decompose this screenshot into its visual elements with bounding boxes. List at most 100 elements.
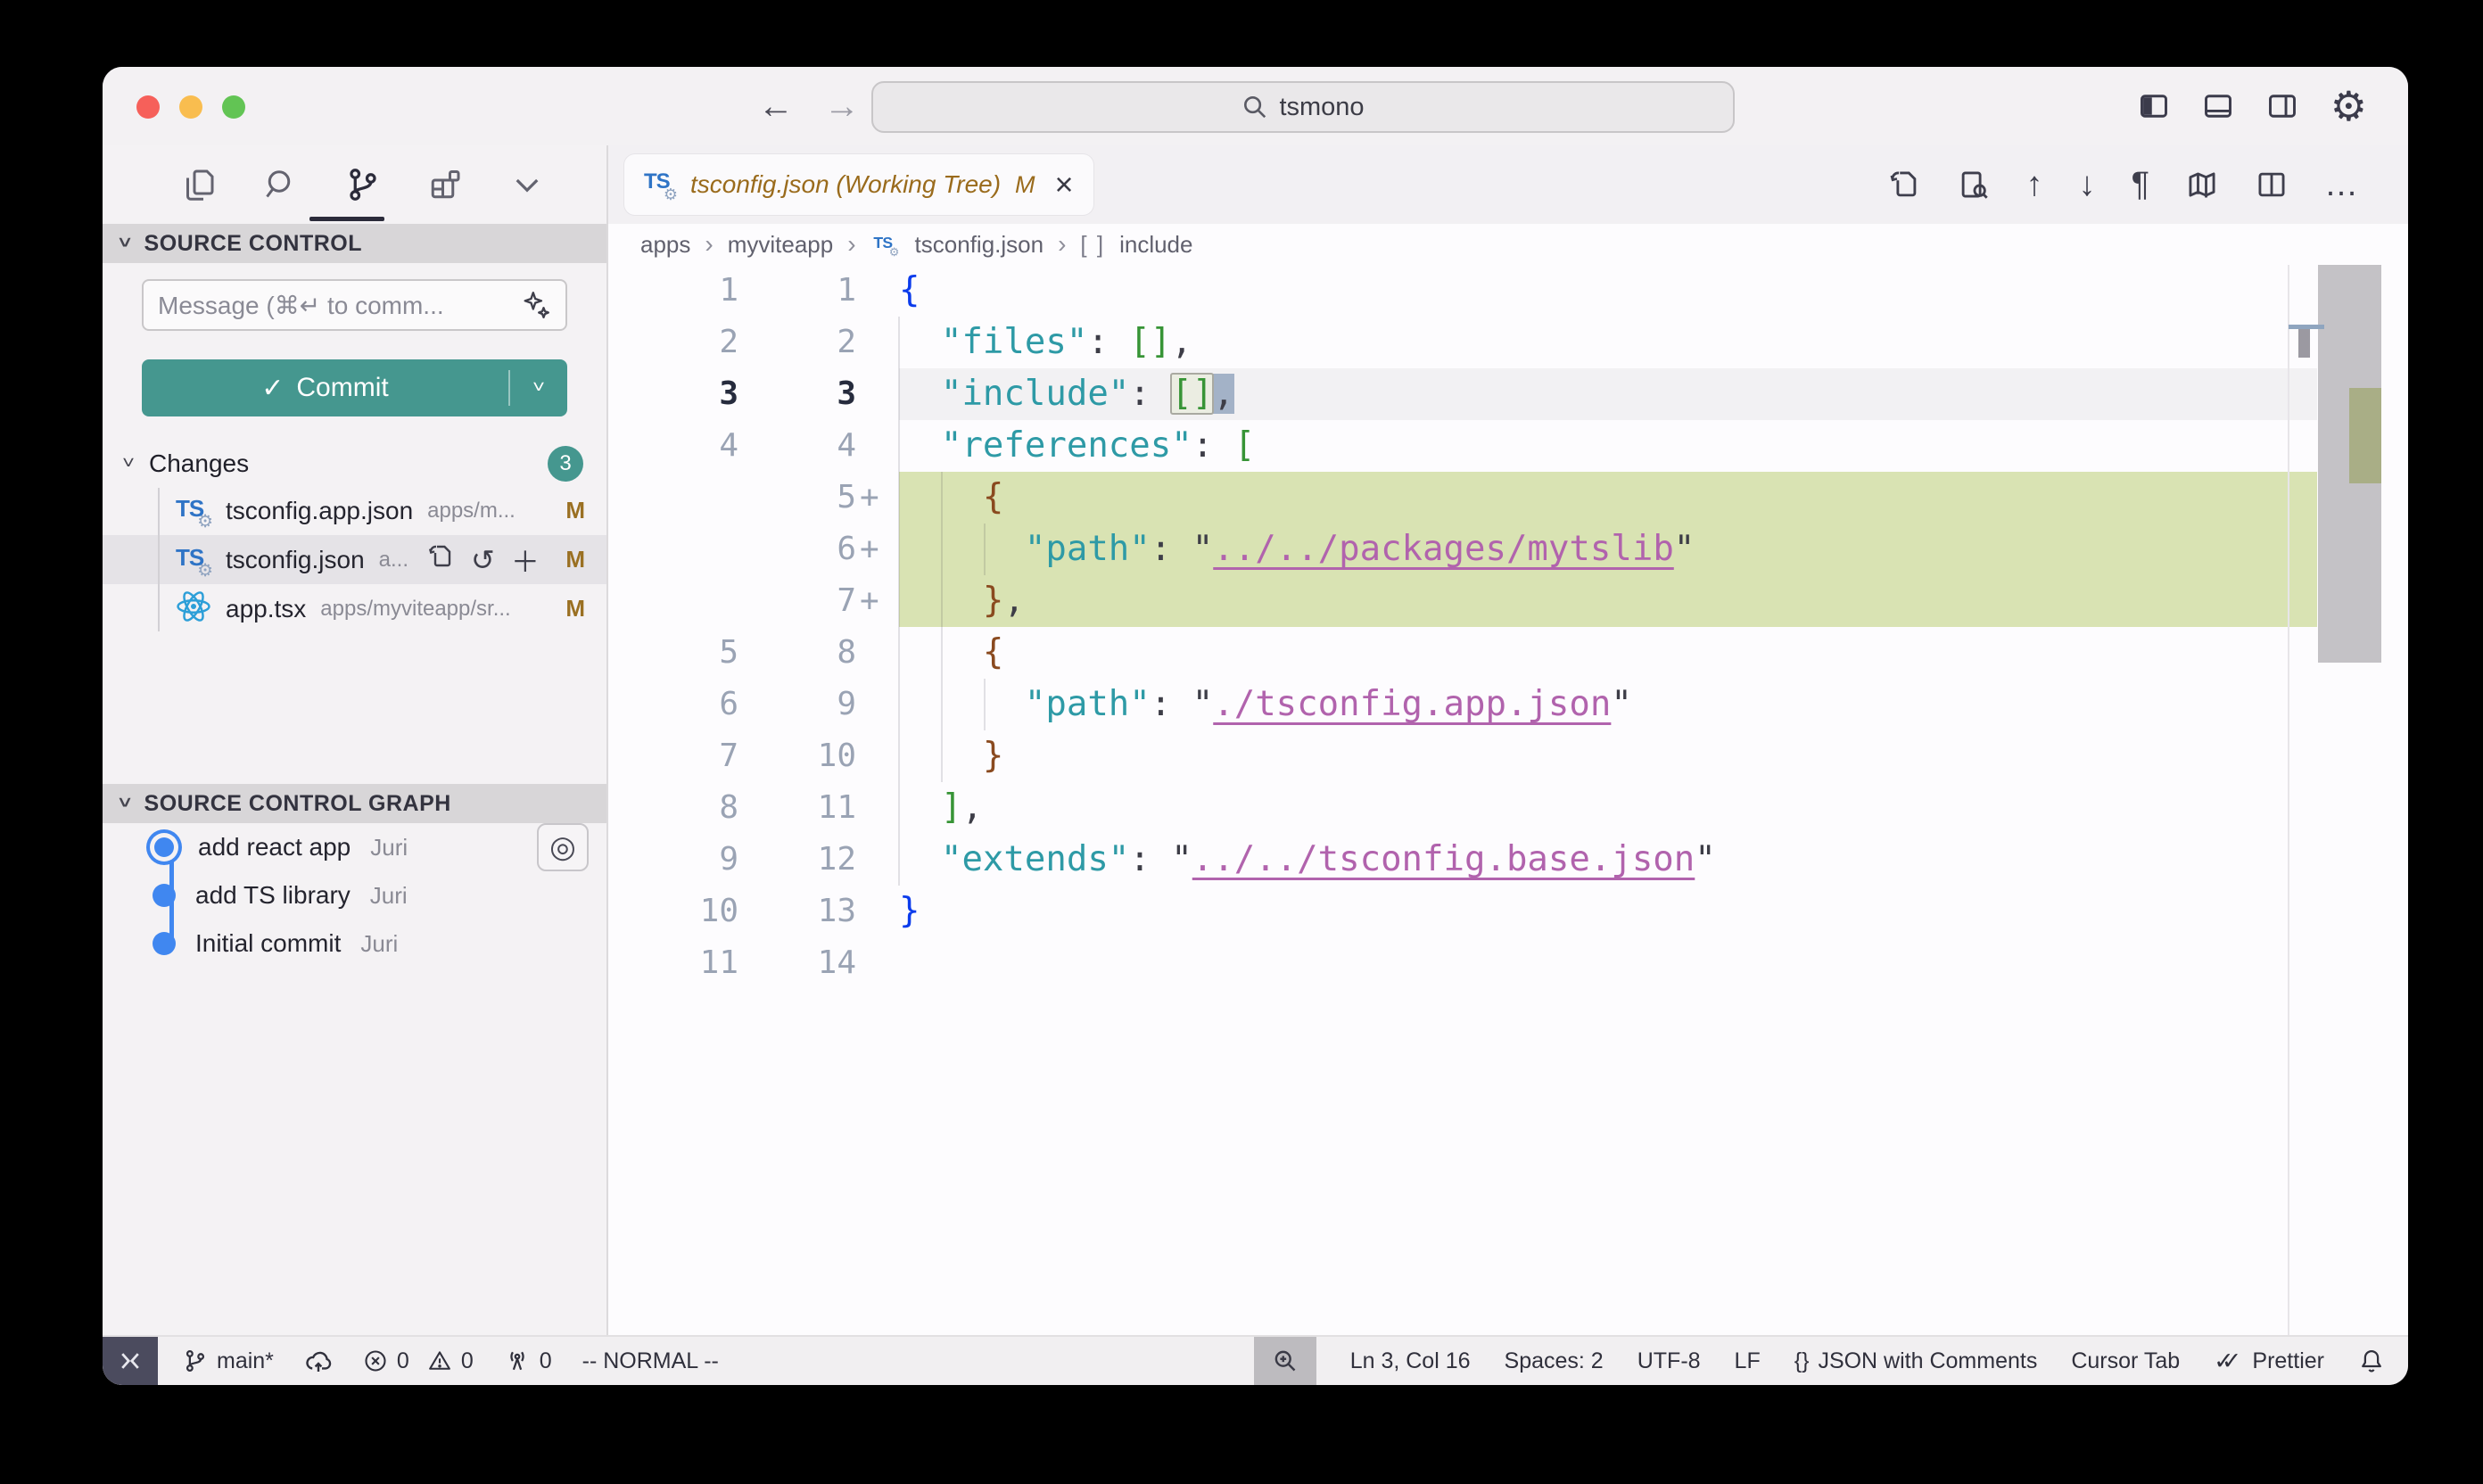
commit-row-0[interactable]: add react appJuri◎ — [103, 823, 606, 871]
file-row-tsconfig.app.json[interactable]: TS⚙tsconfig.app.jsonapps/m...M — [103, 486, 606, 535]
tsconfig-file-icon: TS⚙ — [176, 542, 211, 578]
added-line-marker — [856, 834, 899, 886]
minimize-window-button[interactable] — [179, 95, 202, 119]
open-file-icon[interactable] — [426, 542, 455, 578]
commit-row-1[interactable]: add TS libraryJuri — [103, 871, 606, 919]
chevron-right-icon: › — [705, 230, 713, 259]
warning-count: 0 — [461, 1348, 474, 1374]
code-line-1[interactable]: 11{ — [608, 265, 2408, 317]
original-line-number: 11 — [608, 937, 738, 989]
settings-gear-icon[interactable]: ⚙ — [2330, 86, 2367, 127]
breadcrumb-include[interactable]: include — [1119, 231, 1192, 259]
code-line-13[interactable]: 1013} — [608, 886, 2408, 937]
more-actions-icon[interactable]: … — [2324, 168, 2358, 202]
split-editor-icon[interactable] — [2255, 168, 2289, 202]
branch-status[interactable]: main* — [183, 1348, 274, 1374]
commit-row-2[interactable]: Initial commitJuri — [103, 919, 606, 968]
modified-line-number: 8 — [738, 627, 856, 679]
code-line-5[interactable]: 5+ { — [608, 472, 2408, 524]
chevron-right-icon: › — [847, 230, 855, 259]
code-line-9[interactable]: 69 "path": "./tsconfig.app.json" — [608, 679, 2408, 730]
source-control-icon[interactable] — [345, 167, 381, 202]
problems-status[interactable]: 0 0 — [363, 1348, 474, 1374]
compare-file-icon[interactable] — [1957, 168, 1991, 202]
modified-line-number: 12 — [738, 834, 856, 886]
toggle-primary-sidebar-icon[interactable] — [2138, 90, 2170, 122]
code-line-8[interactable]: 58 { — [608, 627, 2408, 679]
close-window-button[interactable] — [136, 95, 160, 119]
tsconfig-file-icon: TS⚙ — [873, 232, 897, 256]
cursor-tab-status[interactable]: Cursor Tab — [2071, 1348, 2180, 1374]
sparkle-icon[interactable] — [521, 290, 551, 320]
remote-indicator[interactable] — [103, 1337, 158, 1385]
breadcrumb-tsconfig[interactable]: tsconfig.json — [915, 231, 1044, 259]
code-line-12[interactable]: 912 "extends": "../../tsconfig.base.json… — [608, 834, 2408, 886]
nav-back-icon[interactable]: ← — [758, 87, 794, 127]
code-line-6[interactable]: 6+ "path": "../../packages/mytslib" — [608, 524, 2408, 575]
bracket-guide — [984, 524, 986, 575]
diff-editor[interactable]: 11{22 "files": [],33 "include": [],44 "r… — [608, 265, 2408, 1335]
original-line-number: 9 — [608, 834, 738, 886]
source-control-title: SOURCE CONTROL — [144, 231, 363, 257]
explorer-icon[interactable] — [181, 167, 217, 202]
next-change-icon[interactable]: ↓ — [2079, 168, 2096, 202]
close-tab-icon[interactable]: × — [1055, 169, 1074, 201]
file-row-tsconfig.json[interactable]: TS⚙tsconfig.jsona...↺＋M — [103, 535, 606, 584]
formatter-status[interactable]: ✓✓ Prettier — [2214, 1348, 2324, 1375]
code-line-4[interactable]: 44 "references": [ — [608, 420, 2408, 472]
previous-change-icon[interactable]: ↑ — [2026, 168, 2043, 202]
commit-author: Juri — [360, 930, 398, 958]
cursor-position-status[interactable]: Ln 3, Col 16 — [1350, 1348, 1471, 1374]
breadcrumb[interactable]: apps › myviteapp › TS⚙ tsconfig.json › [… — [608, 224, 2408, 265]
code-line-3[interactable]: 33 "include": [], — [608, 368, 2408, 420]
code-line-14[interactable]: 1114 — [608, 937, 2408, 989]
changes-section-header[interactable]: ˅ Changes 3 — [103, 441, 606, 486]
search-icon[interactable] — [263, 167, 299, 202]
indentation-status[interactable]: Spaces: 2 — [1505, 1348, 1604, 1374]
search-icon — [1242, 94, 1268, 120]
modified-line-number: 13 — [738, 886, 856, 937]
zoom-window-button[interactable] — [222, 95, 245, 119]
source-control-section-header[interactable]: ˅ SOURCE CONTROL — [103, 224, 606, 263]
encoding-status[interactable]: UTF-8 — [1637, 1348, 1701, 1374]
added-line-marker — [856, 627, 899, 679]
nav-forward-icon[interactable]: → — [824, 87, 860, 127]
file-row-app.tsx[interactable]: app.tsxapps/myviteapp/sr...M — [103, 584, 606, 633]
ports-status[interactable]: 0 — [504, 1348, 552, 1374]
status-bar: main* 0 0 0 -- NORMAL -- — [103, 1335, 2408, 1385]
breadcrumb-apps[interactable]: apps — [640, 231, 690, 259]
render-whitespace-icon[interactable]: ¶ — [2132, 168, 2149, 202]
breadcrumb-myviteapp[interactable]: myviteapp — [728, 231, 834, 259]
commit-button[interactable]: ✓ Commit ˅ — [142, 359, 567, 416]
sync-status[interactable] — [304, 1347, 333, 1375]
language-mode-status[interactable]: {} JSON with Comments — [1794, 1348, 2038, 1374]
code-line-10[interactable]: 710 } — [608, 730, 2408, 782]
active-view-underline — [309, 217, 384, 221]
tab-tsconfig-json[interactable]: TS⚙ tsconfig.json (Working Tree) M × — [624, 154, 1093, 215]
extensions-icon[interactable] — [427, 167, 463, 202]
commit-dropdown-button[interactable]: ˅ — [510, 375, 567, 400]
toggle-panel-icon[interactable] — [2202, 90, 2234, 122]
zoom-indicator[interactable] — [1254, 1337, 1316, 1385]
vim-mode-indicator[interactable]: -- NORMAL -- — [582, 1348, 719, 1374]
commit-graph-list: add react appJuri◎add TS libraryJuriInit… — [103, 823, 606, 968]
source-control-graph-header[interactable]: ˅ SOURCE CONTROL GRAPH — [103, 784, 606, 823]
code-line-2[interactable]: 22 "files": [], — [608, 317, 2408, 368]
notifications-bell-icon[interactable] — [2358, 1348, 2385, 1374]
goto-current-commit-button[interactable]: ◎ — [537, 823, 589, 871]
more-views-chevron-icon[interactable] — [509, 167, 545, 202]
stage-changes-icon[interactable]: ＋ — [511, 540, 540, 581]
discard-changes-icon[interactable]: ↺ — [471, 543, 495, 577]
line-content — [899, 937, 2317, 989]
map-icon[interactable] — [2185, 168, 2219, 202]
tab-title: tsconfig.json (Working Tree) — [690, 170, 1001, 199]
code-line-7[interactable]: 7+ }, — [608, 575, 2408, 627]
commit-message-input[interactable]: Message (⌘↵ to comm... — [142, 279, 567, 331]
eol-status[interactable]: LF — [1735, 1348, 1761, 1374]
changes-file-list: TS⚙tsconfig.app.jsonapps/m...MTS⚙tsconfi… — [103, 486, 606, 633]
command-center-search[interactable]: tsmono — [871, 81, 1735, 133]
open-changes-icon[interactable] — [1887, 168, 1921, 202]
original-line-number: 1 — [608, 265, 738, 317]
code-line-11[interactable]: 811 ], — [608, 782, 2408, 834]
toggle-secondary-sidebar-icon[interactable] — [2266, 90, 2298, 122]
